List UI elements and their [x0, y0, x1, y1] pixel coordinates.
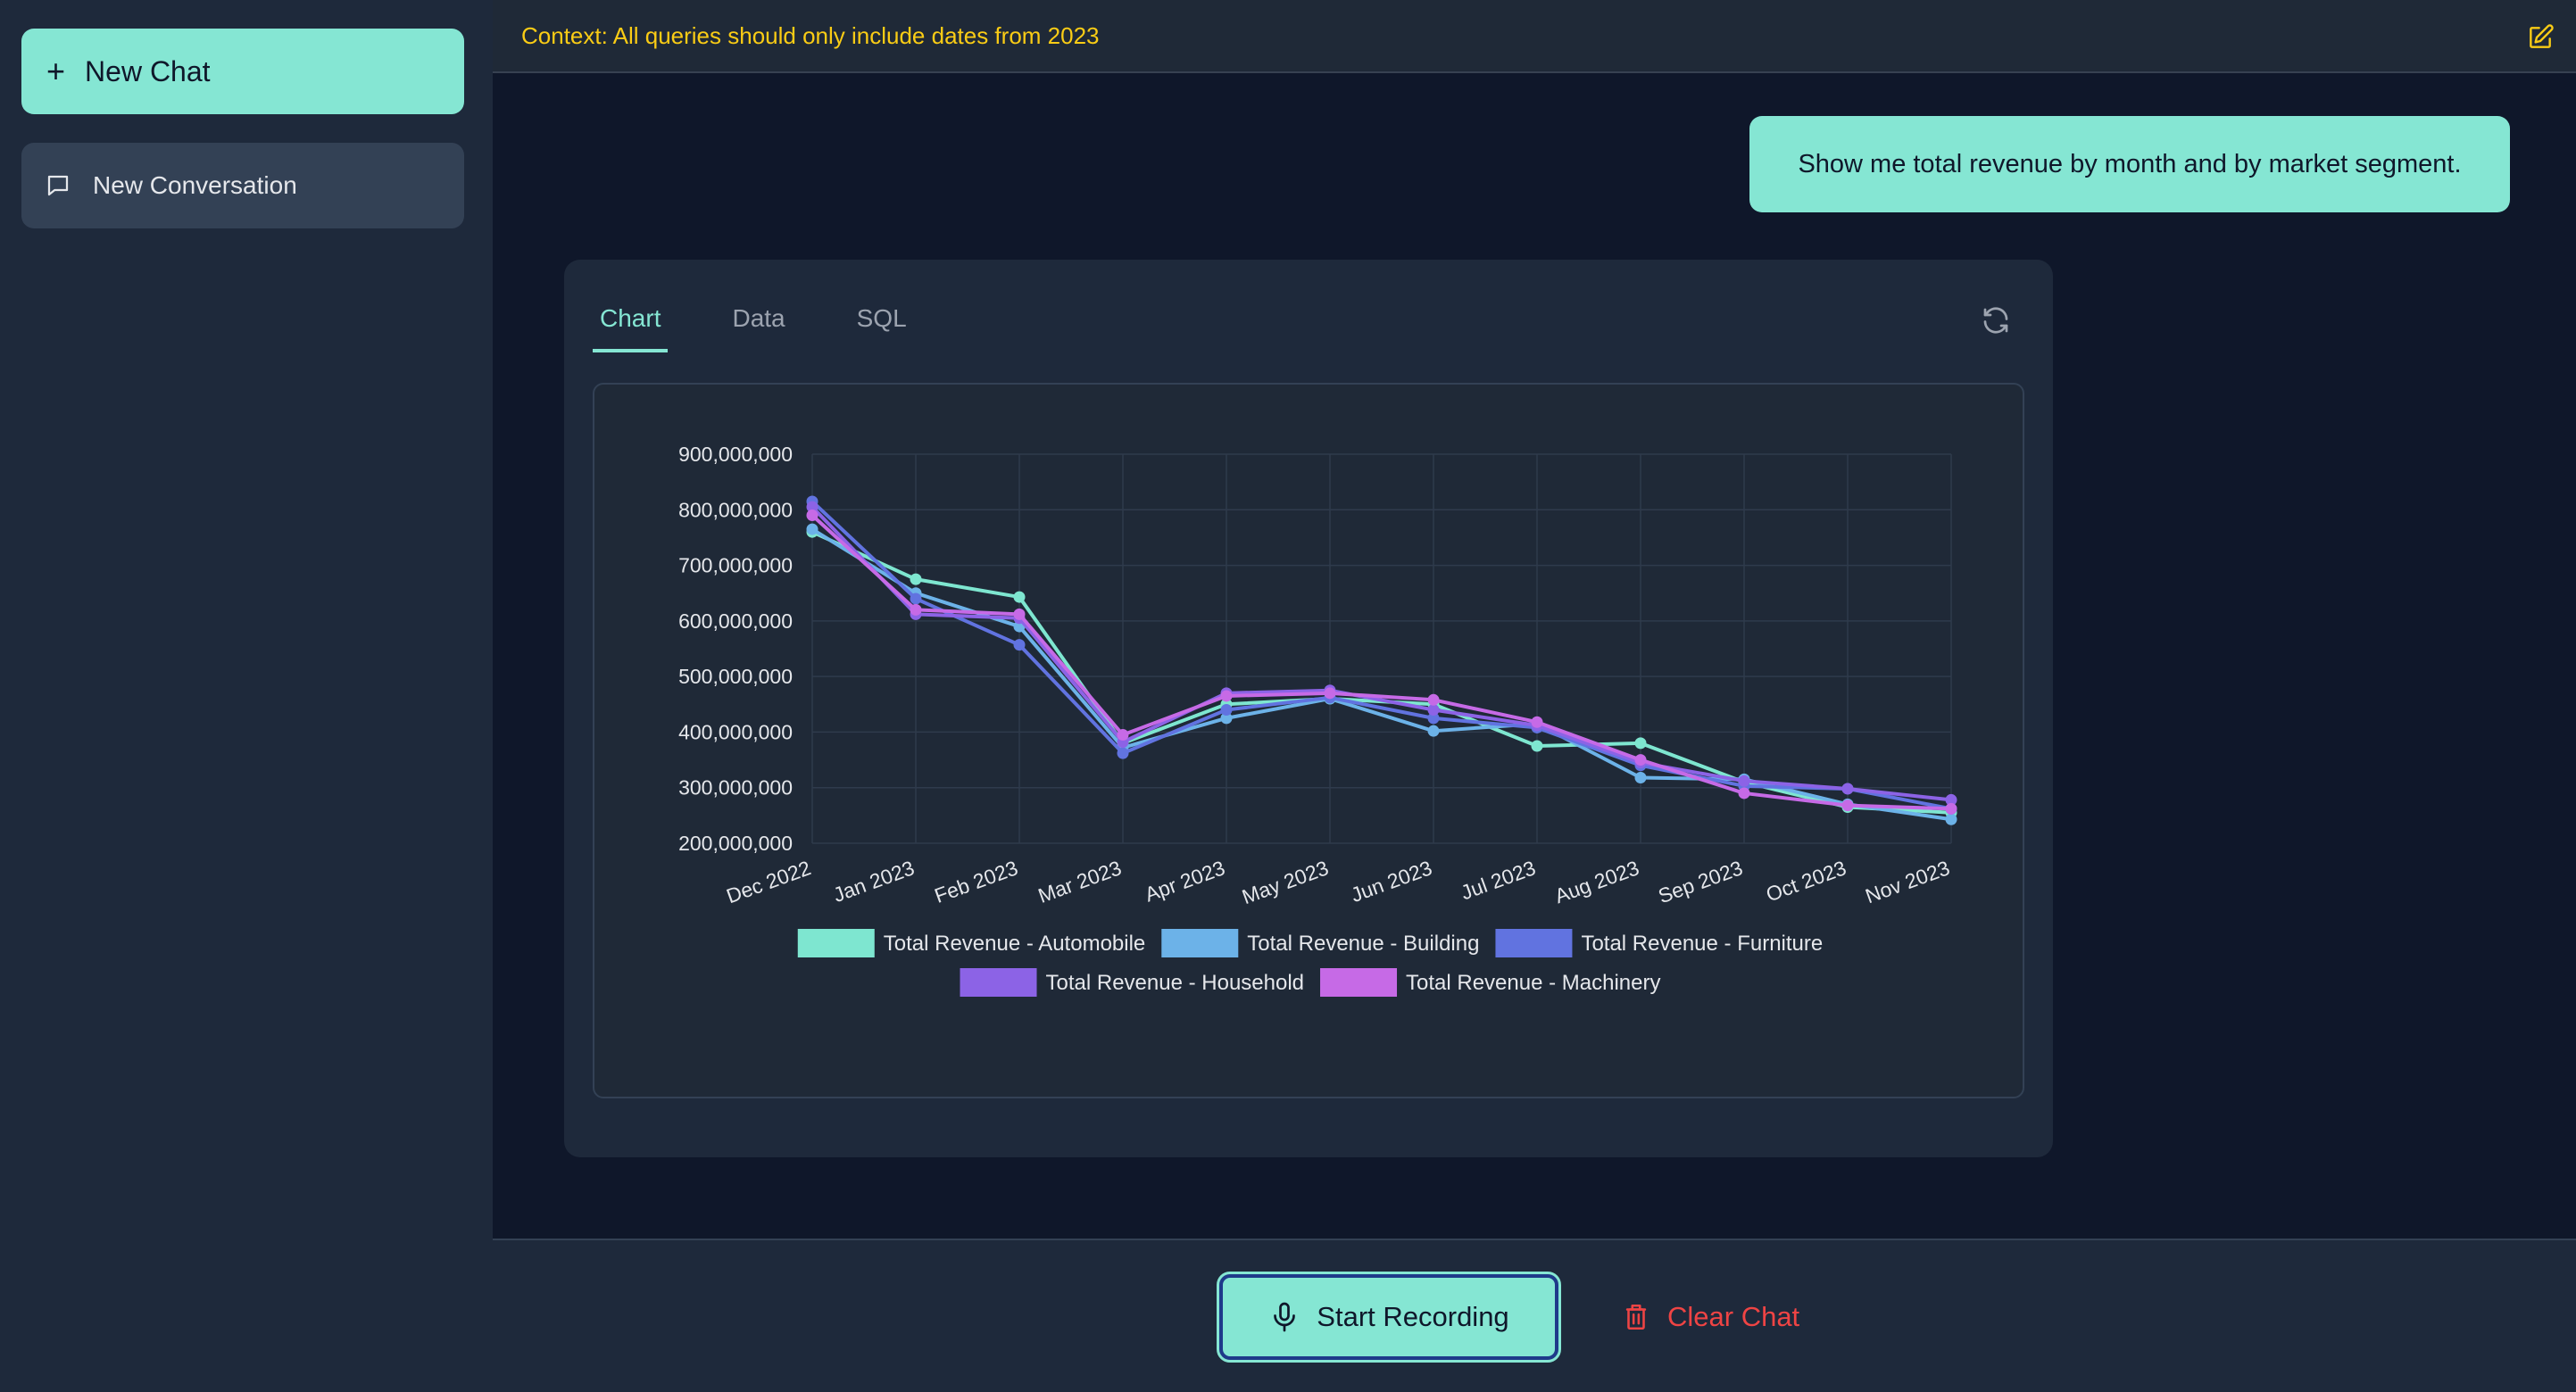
data-point [1634, 737, 1647, 750]
data-point [1634, 754, 1647, 766]
data-point [1117, 729, 1129, 742]
context-text: Context: All queries should only include… [521, 21, 1100, 49]
x-tick-label: Nov 2023 [1862, 856, 1952, 907]
conversation-label: New Conversation [93, 171, 297, 199]
legend-swatch [1161, 929, 1239, 957]
y-tick-label: 700,000,000 [678, 554, 793, 577]
y-tick-label: 300,000,000 [678, 776, 793, 800]
x-tick-label: Aug 2023 [1551, 856, 1641, 907]
series-line [810, 527, 1952, 822]
legend-swatch [1320, 968, 1398, 997]
edit-icon[interactable] [2526, 23, 2555, 52]
context-bar: Context: All queries should only include… [493, 0, 2576, 73]
data-point [1634, 772, 1647, 784]
user-message-text: Show me total revenue by month and by ma… [1798, 149, 2462, 178]
data-point [1220, 704, 1233, 717]
x-tick-label: May 2023 [1239, 856, 1332, 908]
user-message: Show me total revenue by month and by ma… [1749, 116, 2510, 212]
x-tick-label: Jul 2023 [1458, 856, 1539, 904]
x-tick-label: Dec 2022 [723, 856, 813, 907]
data-point [1531, 740, 1543, 752]
conversation-item[interactable]: New Conversation [21, 143, 464, 228]
data-point [1945, 802, 1957, 815]
data-point [1013, 639, 1026, 651]
legend-swatch [1495, 929, 1573, 957]
data-point [1738, 787, 1750, 800]
chat-bubble-icon [47, 175, 69, 196]
trash-icon [1625, 1304, 1647, 1330]
new-chat-button[interactable]: + New Chat [21, 29, 464, 114]
y-tick-label: 800,000,000 [678, 498, 793, 521]
tab-data[interactable]: Data [725, 304, 792, 352]
response-card: Chart Data SQL 200,000,000 300,000,000 400… [564, 260, 2053, 1157]
revenue-line-chart: 200,000,000 300,000,000 400,000,000 500,000… [678, 443, 1957, 997]
x-tick-label: Oct 2023 [1763, 856, 1849, 906]
x-tick-label: Jun 2023 [1348, 856, 1435, 907]
data-point [1013, 591, 1026, 603]
sidebar: + New Chat New Conversation [0, 0, 493, 1392]
series-line [811, 530, 1952, 815]
legend-swatch [797, 929, 875, 957]
data-point [1427, 725, 1440, 737]
data-point [1117, 747, 1129, 759]
data-point [1427, 693, 1440, 706]
y-tick-label: 400,000,000 [678, 720, 793, 743]
start-recording-label: Start Recording [1317, 1301, 1509, 1332]
clear-chat-button[interactable]: Clear Chat [1621, 1274, 1799, 1360]
plus-icon: + [46, 53, 66, 89]
x-tick-label: Sep 2023 [1655, 856, 1745, 907]
microphone-icon [1274, 1302, 1296, 1332]
legend-label: Total Revenue - Machinery [1406, 971, 1660, 995]
x-tick-label: Jan 2023 [830, 856, 918, 907]
legend-label: Total Revenue - Household [1046, 971, 1305, 995]
x-tick-label: Mar 2023 [1035, 856, 1125, 907]
legend-label: Total Revenue - Automobile [884, 932, 1146, 956]
legend-swatch [960, 968, 1037, 997]
data-point [1220, 690, 1233, 702]
data-point [1841, 783, 1854, 795]
chart-container: 200,000,000 300,000,000 400,000,000 500,000… [593, 383, 2024, 1098]
data-point [910, 592, 922, 605]
series-line [810, 514, 1952, 811]
bottom-bar: Start Recording Clear Chat [493, 1239, 2576, 1392]
data-point [1531, 716, 1543, 728]
legend-label: Total Revenue - Furniture [1581, 932, 1823, 956]
refresh-icon[interactable] [1980, 304, 2012, 336]
legend-label: Total Revenue - Building [1247, 932, 1479, 956]
data-point [806, 523, 819, 535]
y-tick-label: 900,000,000 [678, 443, 793, 466]
data-point [1945, 813, 1957, 825]
x-tick-label: Apr 2023 [1142, 856, 1228, 906]
clear-chat-label: Clear Chat [1667, 1301, 1800, 1332]
data-point [1324, 687, 1336, 700]
y-tick-label: 600,000,000 [678, 609, 793, 633]
data-point [1427, 704, 1440, 717]
series-line [810, 500, 1952, 811]
data-point [1013, 608, 1026, 620]
data-point [1738, 775, 1750, 787]
start-recording-button[interactable]: Start Recording [1217, 1272, 1561, 1363]
data-point [910, 573, 922, 585]
y-tick-label: 500,000,000 [678, 665, 793, 688]
y-tick-label: 200,000,000 [678, 832, 793, 855]
data-point [806, 510, 819, 522]
tab-chart[interactable]: Chart [593, 304, 669, 352]
response-tabs: Chart Data SQL [593, 304, 971, 352]
data-point [910, 603, 922, 616]
tab-sql[interactable]: SQL [850, 304, 914, 352]
series-line [810, 505, 1952, 802]
x-tick-label: Feb 2023 [931, 856, 1020, 907]
data-point [1841, 800, 1854, 812]
new-chat-label: New Chat [85, 54, 211, 87]
